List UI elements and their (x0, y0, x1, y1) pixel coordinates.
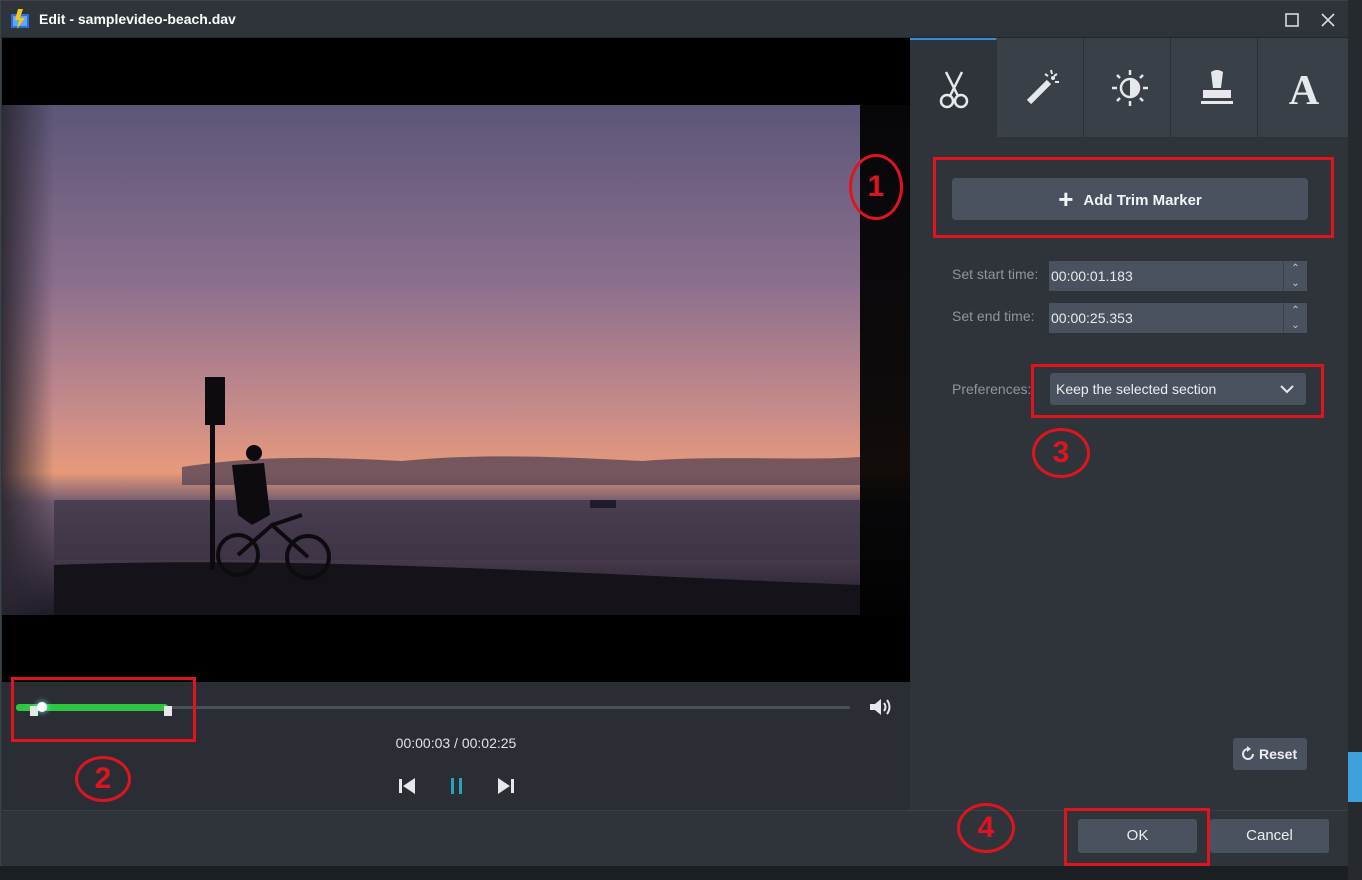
video-preview[interactable] (2, 38, 910, 682)
end-time-spinner[interactable]: ⌃ ⌄ (1283, 303, 1307, 333)
edit-tabs: A (910, 38, 1348, 137)
total-time: 00:02:25 (461, 735, 517, 751)
maximize-button[interactable] (1279, 7, 1305, 33)
annotation-number: 1 (849, 154, 903, 220)
annotation-number: 2 (75, 756, 131, 802)
background-window-edge (1348, 0, 1362, 880)
volume-icon[interactable] (868, 696, 892, 718)
tab-watermark[interactable] (1171, 38, 1258, 137)
current-time: 00:00:03 (395, 735, 451, 751)
brightness-icon (1112, 70, 1148, 106)
end-time-input[interactable]: 00:00:25.353 (1049, 303, 1283, 333)
chevron-up-icon[interactable]: ⌃ (1284, 261, 1307, 276)
annotation-number: 4 (957, 803, 1015, 853)
tab-subtitle[interactable]: A (1258, 38, 1348, 137)
background-app-fragment (1348, 752, 1362, 802)
pause-button[interactable] (445, 774, 469, 798)
title-bar: Edit - samplevideo-beach.dav (1, 1, 1349, 38)
chevron-up-icon[interactable]: ⌃ (1284, 303, 1307, 318)
close-icon (1321, 13, 1335, 27)
app-logo-icon (11, 9, 29, 29)
annotation-box-ok (1064, 808, 1210, 866)
cancel-button[interactable]: Cancel (1210, 819, 1329, 853)
stamp-icon (1201, 70, 1233, 104)
reset-label: Reset (1259, 746, 1298, 762)
time-separator: / (450, 735, 462, 751)
window-title: Edit - samplevideo-beach.dav (39, 11, 236, 27)
chevron-down-icon[interactable]: ⌄ (1284, 276, 1307, 291)
start-time-label: Set start time: (952, 266, 1039, 282)
maximize-icon (1285, 13, 1299, 27)
annotation-box-preferences (1031, 364, 1324, 418)
text-icon: A (1289, 68, 1320, 108)
next-frame-button[interactable] (494, 774, 518, 798)
video-frame-image (2, 105, 910, 615)
start-time-spinner[interactable]: ⌃ ⌄ (1283, 261, 1307, 291)
start-time-input[interactable]: 00:00:01.183 (1049, 261, 1283, 291)
edit-window: Edit - samplevideo-beach.dav 00:00:03 / … (0, 0, 1349, 866)
svg-text:A: A (1289, 68, 1320, 108)
previous-frame-button[interactable] (395, 774, 419, 798)
close-button[interactable] (1315, 7, 1341, 33)
tab-effects[interactable] (997, 38, 1084, 137)
end-time-label: Set end time: (952, 308, 1035, 324)
edit-panel: A + Add Trim Marker Set start time: 00:00… (910, 38, 1348, 810)
tab-trim[interactable] (910, 38, 997, 137)
reset-icon (1242, 746, 1254, 760)
tab-adjust[interactable] (1084, 38, 1171, 137)
preferences-label: Preferences: (952, 381, 1032, 397)
scissors-icon (939, 71, 969, 109)
annotation-box-add-trim (933, 157, 1334, 238)
magic-wand-icon (1026, 69, 1059, 105)
annotation-box-timeline (11, 677, 196, 742)
reset-button[interactable]: Reset (1233, 738, 1307, 770)
chevron-down-icon[interactable]: ⌄ (1284, 318, 1307, 333)
annotation-number: 3 (1032, 428, 1090, 478)
